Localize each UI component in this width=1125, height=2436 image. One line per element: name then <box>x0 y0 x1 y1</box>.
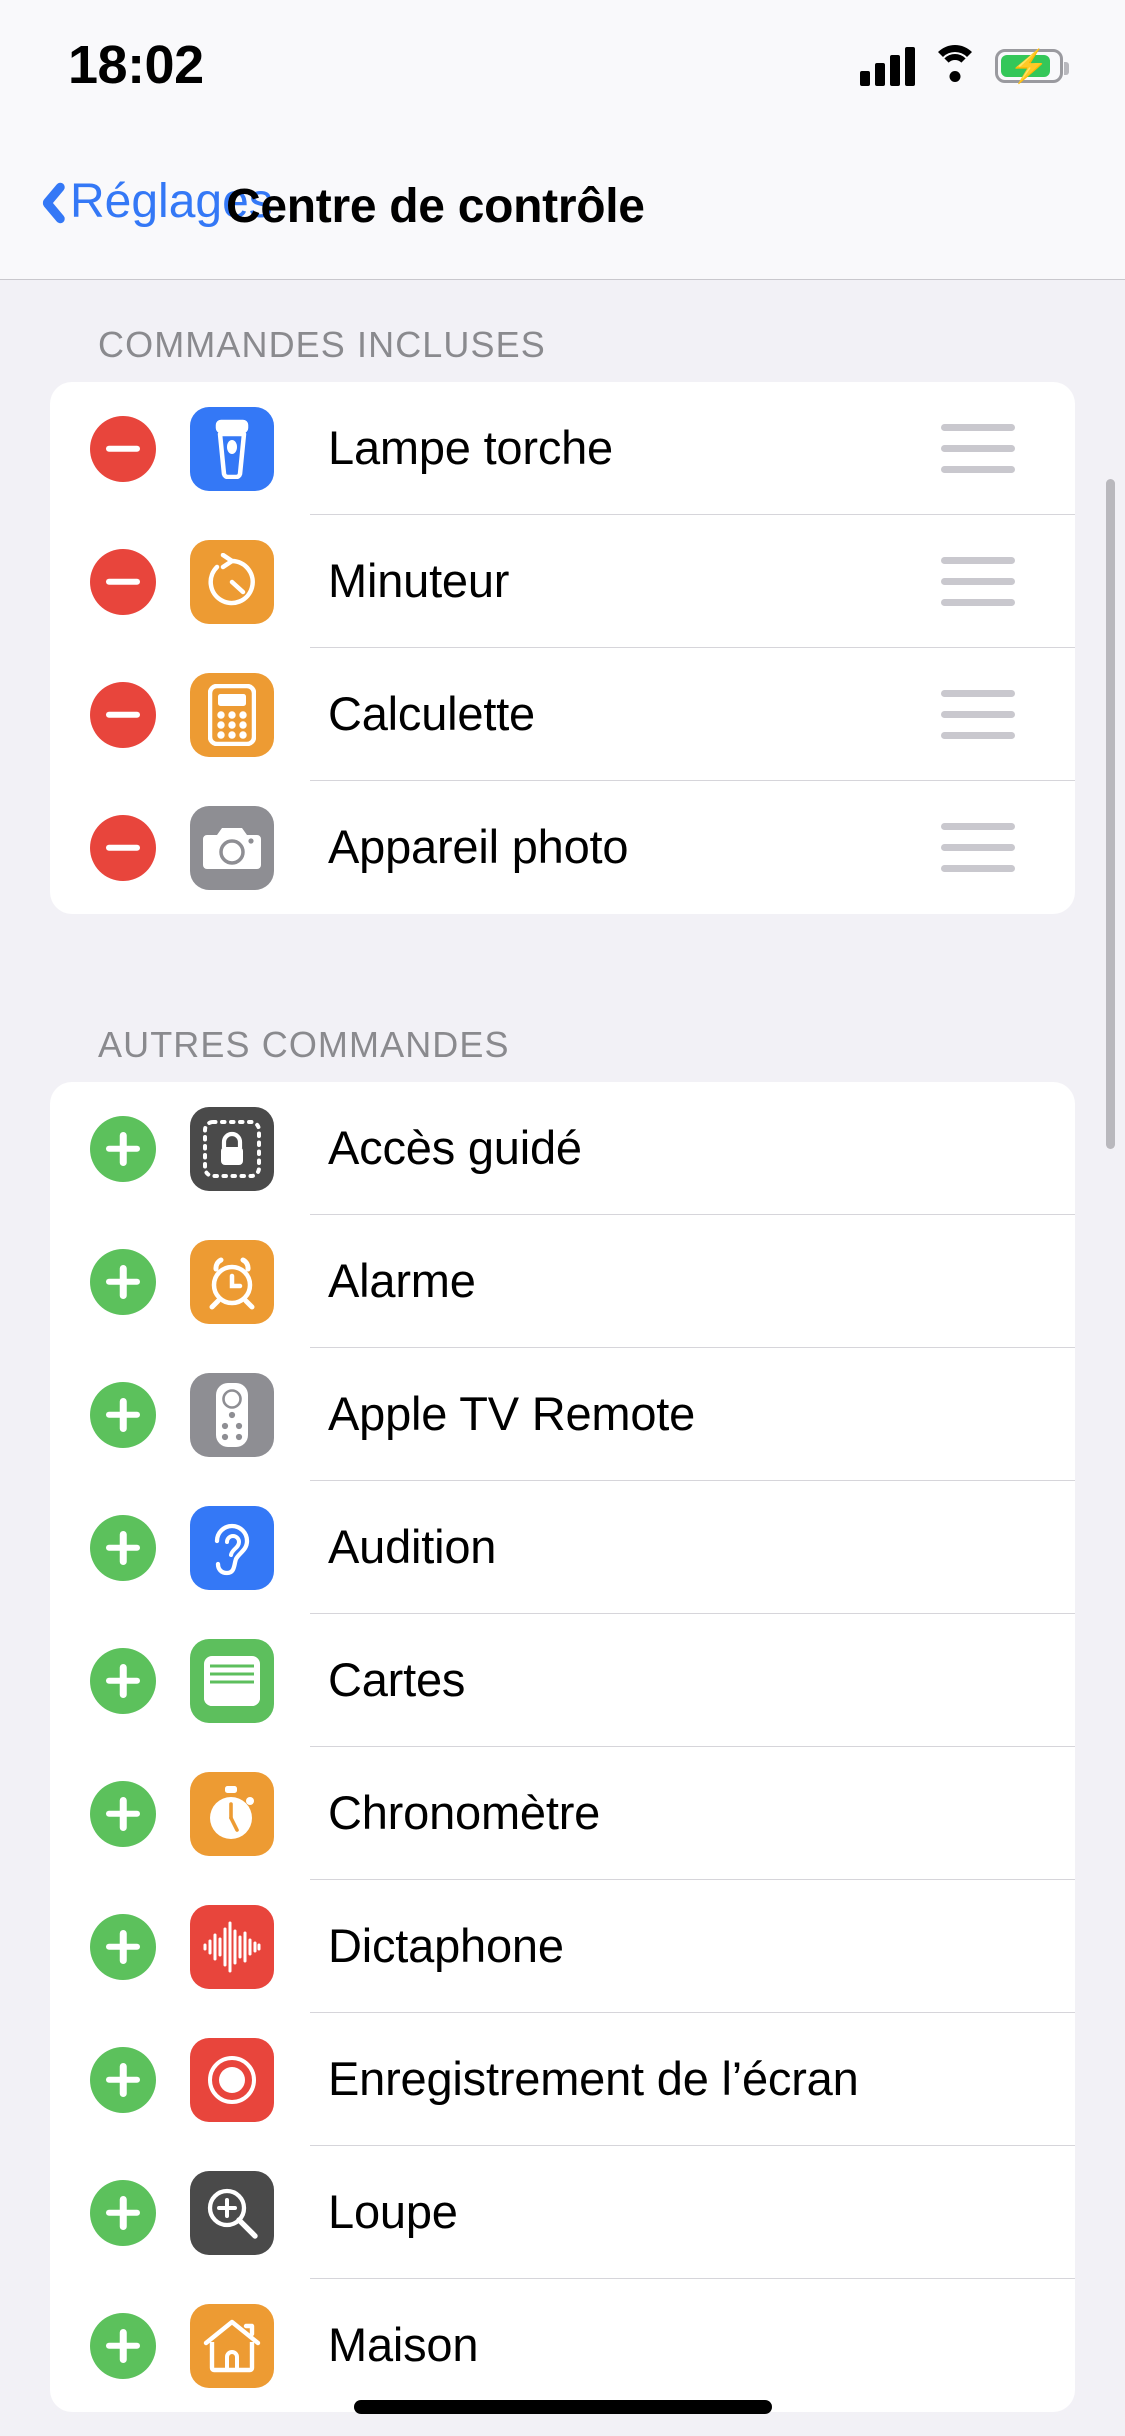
row-label: Cartes <box>328 1653 466 1707</box>
calculator-icon <box>190 672 274 757</box>
status-bar-indicators: ⚡ <box>860 36 1069 96</box>
add-control-button[interactable] <box>90 2046 156 2113</box>
table-row[interactable]: Appareil photo <box>50 781 1075 914</box>
row-label: Apple TV Remote <box>328 1387 696 1441</box>
row-label: Minuteur <box>328 554 510 608</box>
add-control-button[interactable] <box>90 2179 156 2246</box>
row-label: Lampe torche <box>328 421 613 475</box>
reorder-handle[interactable] <box>941 557 1015 606</box>
ear-hearing-icon <box>190 1505 274 1590</box>
reorder-handle[interactable] <box>941 823 1015 872</box>
wallet-icon <box>190 1638 274 1723</box>
section-header: AUTRES COMMANDES <box>98 1024 510 1065</box>
guided-access-lock-icon <box>190 1106 274 1191</box>
add-control-button[interactable] <box>90 1780 156 1847</box>
table-row[interactable]: Alarme <box>50 1215 1075 1348</box>
add-control-button[interactable] <box>90 1913 156 1980</box>
home-house-icon <box>190 2303 274 2388</box>
remove-control-button[interactable] <box>90 814 156 881</box>
table-row[interactable]: Cartes <box>50 1614 1075 1747</box>
add-control-button[interactable] <box>90 2312 156 2379</box>
camera-icon <box>190 805 274 890</box>
table-row[interactable]: Dictaphone <box>50 1880 1075 2013</box>
table-row[interactable]: Minuteur <box>50 515 1075 648</box>
status-bar: 18:02 ⚡ <box>0 0 1125 132</box>
row-label: Enregistrement de l’écran <box>328 2052 859 2106</box>
reorder-handle[interactable] <box>941 690 1015 739</box>
section-header: COMMANDES INCLUSES <box>98 324 546 365</box>
alarm-clock-icon <box>190 1239 274 1324</box>
home-indicator <box>353 2400 772 2414</box>
table-row[interactable]: Apple TV Remote <box>50 1348 1075 1481</box>
table-row[interactable]: Calculette <box>50 648 1075 781</box>
add-control-button[interactable] <box>90 1381 156 1448</box>
table-row[interactable]: Accès guidé <box>50 1082 1075 1215</box>
remove-control-button[interactable] <box>90 548 156 615</box>
row-label: Appareil photo <box>328 820 629 874</box>
tv-remote-icon <box>190 1372 274 1457</box>
flashlight-icon <box>190 406 274 491</box>
wifi-icon <box>931 45 979 85</box>
row-label: Maison <box>328 2318 479 2372</box>
table-row[interactable]: Lampe torche <box>50 382 1075 515</box>
table-row[interactable]: Chronomètre <box>50 1747 1075 1880</box>
vertical-scrollbar[interactable] <box>1106 479 1115 1149</box>
row-label: Loupe <box>328 2185 458 2239</box>
chevron-left-icon <box>28 176 58 228</box>
table-row[interactable]: Audition <box>50 1481 1075 1614</box>
table-row[interactable]: Maison <box>50 2279 1075 2412</box>
voice-memos-waveform-icon <box>190 1904 274 1989</box>
table-row[interactable]: Enregistrement de l’écran <box>50 2013 1075 2146</box>
row-label: Dictaphone <box>328 1919 564 1973</box>
timer-icon <box>190 539 274 624</box>
settings-scroll-view[interactable]: COMMANDES INCLUSES Lampe torche Minuteur Ca… <box>0 280 1125 2436</box>
battery-charging-icon: ⚡ <box>995 49 1069 83</box>
settings-card: Accès guidé Alarme Apple TV Remote Audition… <box>50 1082 1075 2412</box>
page-title: Centre de contrôle <box>226 180 645 233</box>
reorder-handle[interactable] <box>941 424 1015 473</box>
cellular-bars-icon <box>860 46 915 86</box>
row-label: Accès guidé <box>328 1121 582 1175</box>
table-row[interactable]: Loupe <box>50 2146 1075 2279</box>
iphone-screen: 18:02 ⚡ Réglages Centre de contrôle COMM… <box>0 0 1125 2436</box>
add-control-button[interactable] <box>90 1248 156 1315</box>
remove-control-button[interactable] <box>90 415 156 482</box>
row-label: Alarme <box>328 1254 476 1308</box>
row-label: Calculette <box>328 687 535 741</box>
row-label: Audition <box>328 1520 497 1574</box>
row-label: Chronomètre <box>328 1786 601 1840</box>
navigation-bar: Réglages Centre de contrôle <box>0 132 1125 280</box>
remove-control-button[interactable] <box>90 681 156 748</box>
screen-record-icon <box>190 2037 274 2122</box>
add-control-button[interactable] <box>90 1115 156 1182</box>
add-control-button[interactable] <box>90 1514 156 1581</box>
add-control-button[interactable] <box>90 1647 156 1714</box>
magnifier-icon <box>190 2170 274 2255</box>
status-bar-time: 18:02 <box>68 35 204 95</box>
stopwatch-icon <box>190 1771 274 1856</box>
settings-card: Lampe torche Minuteur Calculette Appareil p… <box>50 382 1075 914</box>
